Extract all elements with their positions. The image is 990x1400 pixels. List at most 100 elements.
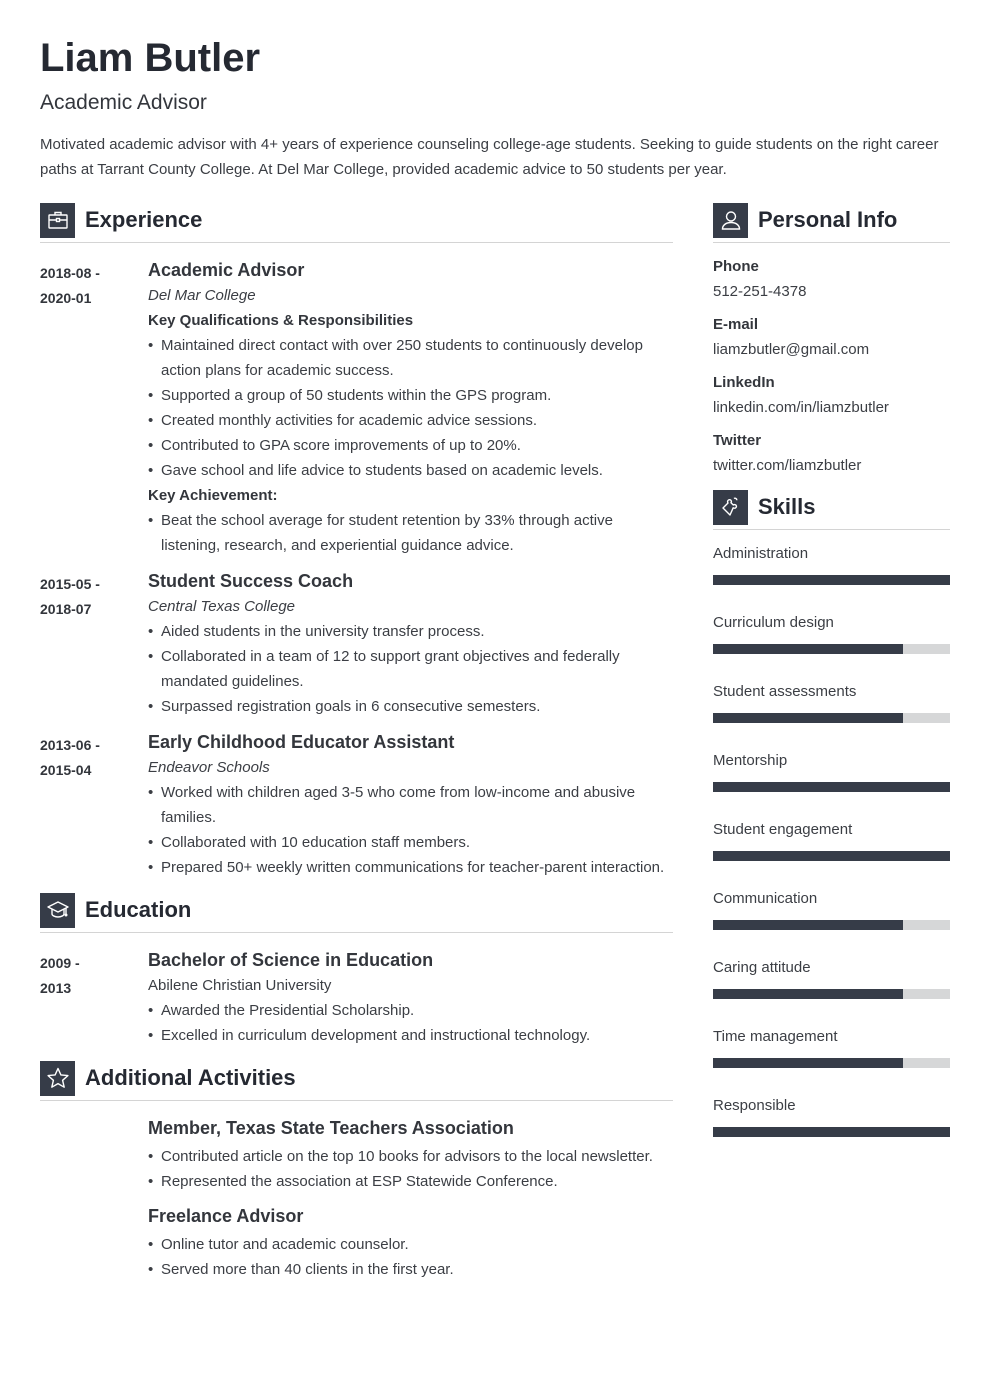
- summary: Motivated academic advisor with 4+ years…: [40, 136, 939, 178]
- skill-level-bar: [713, 1058, 950, 1068]
- bullet: Aided students in the university transfe…: [148, 619, 673, 644]
- employer: Del Mar College: [148, 287, 256, 304]
- skill-level-bar: [713, 1127, 950, 1137]
- field-label: Phone: [713, 258, 759, 275]
- twitter-value: twitter.com/liamzbutler: [713, 457, 862, 474]
- skill-name: Curriculum design: [713, 614, 834, 631]
- skills-list: Administration Curriculum design Student…: [713, 544, 950, 1137]
- briefcase-icon: [40, 202, 75, 238]
- bullet: Online tutor and academic counselor.: [148, 1232, 673, 1257]
- skill-level-bar: [713, 782, 950, 792]
- date-end: 2018-07: [40, 601, 92, 617]
- personal-info-linkedin: LinkedIn linkedin.com/in/liamzbutler: [713, 370, 950, 420]
- phone-value: 512-251-4378: [713, 283, 807, 300]
- activity-title: Member, Texas State Teachers Association: [148, 1118, 514, 1138]
- skill-item: Time management: [713, 1027, 950, 1068]
- star-icon: [40, 1060, 75, 1096]
- experience-entry: 2013-06 - 2015-04 Early Childhood Educat…: [40, 729, 673, 880]
- skills-section-header: Skills: [713, 489, 950, 530]
- entry-date: 2009 - 2013: [40, 947, 148, 1048]
- activities-section-header: Additional Activities: [40, 1060, 673, 1101]
- skill-level-fill: [713, 713, 903, 723]
- bullet: Contributed article on the top 10 books …: [148, 1144, 673, 1169]
- date-end: 2015-04: [40, 762, 92, 778]
- skill-level-bar: [713, 920, 950, 930]
- experience-heading: Experience: [85, 207, 203, 232]
- education-section-header: Education: [40, 892, 673, 933]
- bullet: Prepared 50+ weekly written communicatio…: [148, 855, 673, 880]
- skill-item: Responsible: [713, 1096, 950, 1137]
- activities-heading: Additional Activities: [85, 1065, 296, 1090]
- employer: Endeavor Schools: [148, 759, 270, 776]
- bullet: Beat the school average for student rete…: [148, 508, 673, 558]
- education-entry: 2009 - 2013 Bachelor of Science in Educa…: [40, 947, 673, 1048]
- activity-entry: Member, Texas State Teachers Association…: [40, 1115, 673, 1282]
- entry-date: 2018-08 - 2020-01: [40, 257, 148, 558]
- skill-level-bar: [713, 644, 950, 654]
- candidate-title: Academic Advisor: [40, 91, 207, 114]
- degree-title: Bachelor of Science in Education: [148, 950, 434, 970]
- skill-level-bar: [713, 851, 950, 861]
- personal-info-twitter: Twitter twitter.com/liamzbutler: [713, 428, 950, 478]
- entry-date: 2013-06 - 2015-04: [40, 729, 148, 880]
- skill-name: Communication: [713, 890, 818, 907]
- puzzle-icon: [713, 489, 748, 525]
- right-column: Personal Info Phone 512-251-4378 E-mail …: [713, 202, 950, 1165]
- skill-level-fill: [713, 644, 903, 654]
- skill-name: Time management: [713, 1028, 838, 1045]
- bullet: Created monthly activities for academic …: [148, 408, 673, 433]
- subheading: Key Qualifications & Responsibilities: [148, 312, 414, 329]
- field-label: Twitter: [713, 432, 762, 449]
- email-value: liamzbutler@gmail.com: [713, 341, 870, 358]
- skill-item: Curriculum design: [713, 613, 950, 654]
- bullet: Gave school and life advice to students …: [148, 458, 673, 483]
- personal-info-section-header: Personal Info: [713, 202, 950, 243]
- date-end: 2020-01: [40, 290, 92, 306]
- skill-name: Student engagement: [713, 821, 853, 838]
- skill-name: Caring attitude: [713, 959, 811, 976]
- date-start: 2018-08 -: [40, 265, 100, 281]
- bullet: Served more than 40 clients in the first…: [148, 1257, 673, 1282]
- skill-level-fill: [713, 920, 903, 930]
- skill-item: Student assessments: [713, 682, 950, 723]
- employer: Central Texas College: [148, 598, 296, 615]
- skill-level-bar: [713, 713, 950, 723]
- skill-level-bar: [713, 989, 950, 999]
- job-title: Student Success Coach: [148, 571, 354, 591]
- bullet: Represented the association at ESP State…: [148, 1169, 673, 1194]
- date-end: 2013: [40, 980, 72, 996]
- school: Abilene Christian University: [148, 977, 332, 994]
- field-label: E-mail: [713, 316, 759, 333]
- activity-title: Freelance Advisor: [148, 1206, 304, 1226]
- candidate-name: Liam Butler: [40, 36, 261, 80]
- bullet: Contributed to GPA score improvements of…: [148, 433, 673, 458]
- skill-item: Caring attitude: [713, 958, 950, 999]
- skill-level-fill: [713, 989, 903, 999]
- entry-date: 2015-05 - 2018-07: [40, 568, 148, 719]
- experience-section-header: Experience: [40, 202, 673, 243]
- subheading: Key Achievement:: [148, 487, 278, 504]
- date-start: 2015-05 -: [40, 576, 100, 592]
- skill-item: Communication: [713, 889, 950, 930]
- bullet: Supported a group of 50 students within …: [148, 383, 673, 408]
- experience-entry: 2018-08 - 2020-01 Academic Advisor Del M…: [40, 257, 673, 558]
- skill-name: Administration: [713, 545, 809, 562]
- skill-name: Responsible: [713, 1097, 796, 1114]
- bullet: Surpassed registration goals in 6 consec…: [148, 694, 673, 719]
- skill-name: Mentorship: [713, 752, 788, 769]
- experience-entry: 2015-05 - 2018-07 Student Success Coach …: [40, 568, 673, 719]
- skill-level-fill: [713, 782, 950, 792]
- bullet: Excelled in curriculum development and i…: [148, 1023, 673, 1048]
- field-label: LinkedIn: [713, 374, 775, 391]
- user-icon: [713, 202, 748, 238]
- skill-level-bar: [713, 575, 950, 585]
- education-heading: Education: [85, 897, 192, 922]
- skill-level-fill: [713, 1127, 950, 1137]
- bullet: Collaborated in a team of 12 to support …: [148, 644, 673, 694]
- skill-level-fill: [713, 1058, 903, 1068]
- bullet: Collaborated with 10 education staff mem…: [148, 830, 673, 855]
- linkedin-value: linkedin.com/in/liamzbutler: [713, 399, 889, 416]
- left-column: Experience 2018-08 - 2020-01 Academic Ad…: [40, 202, 673, 1282]
- personal-info-phone: Phone 512-251-4378: [713, 254, 950, 304]
- date-start: 2013-06 -: [40, 737, 100, 753]
